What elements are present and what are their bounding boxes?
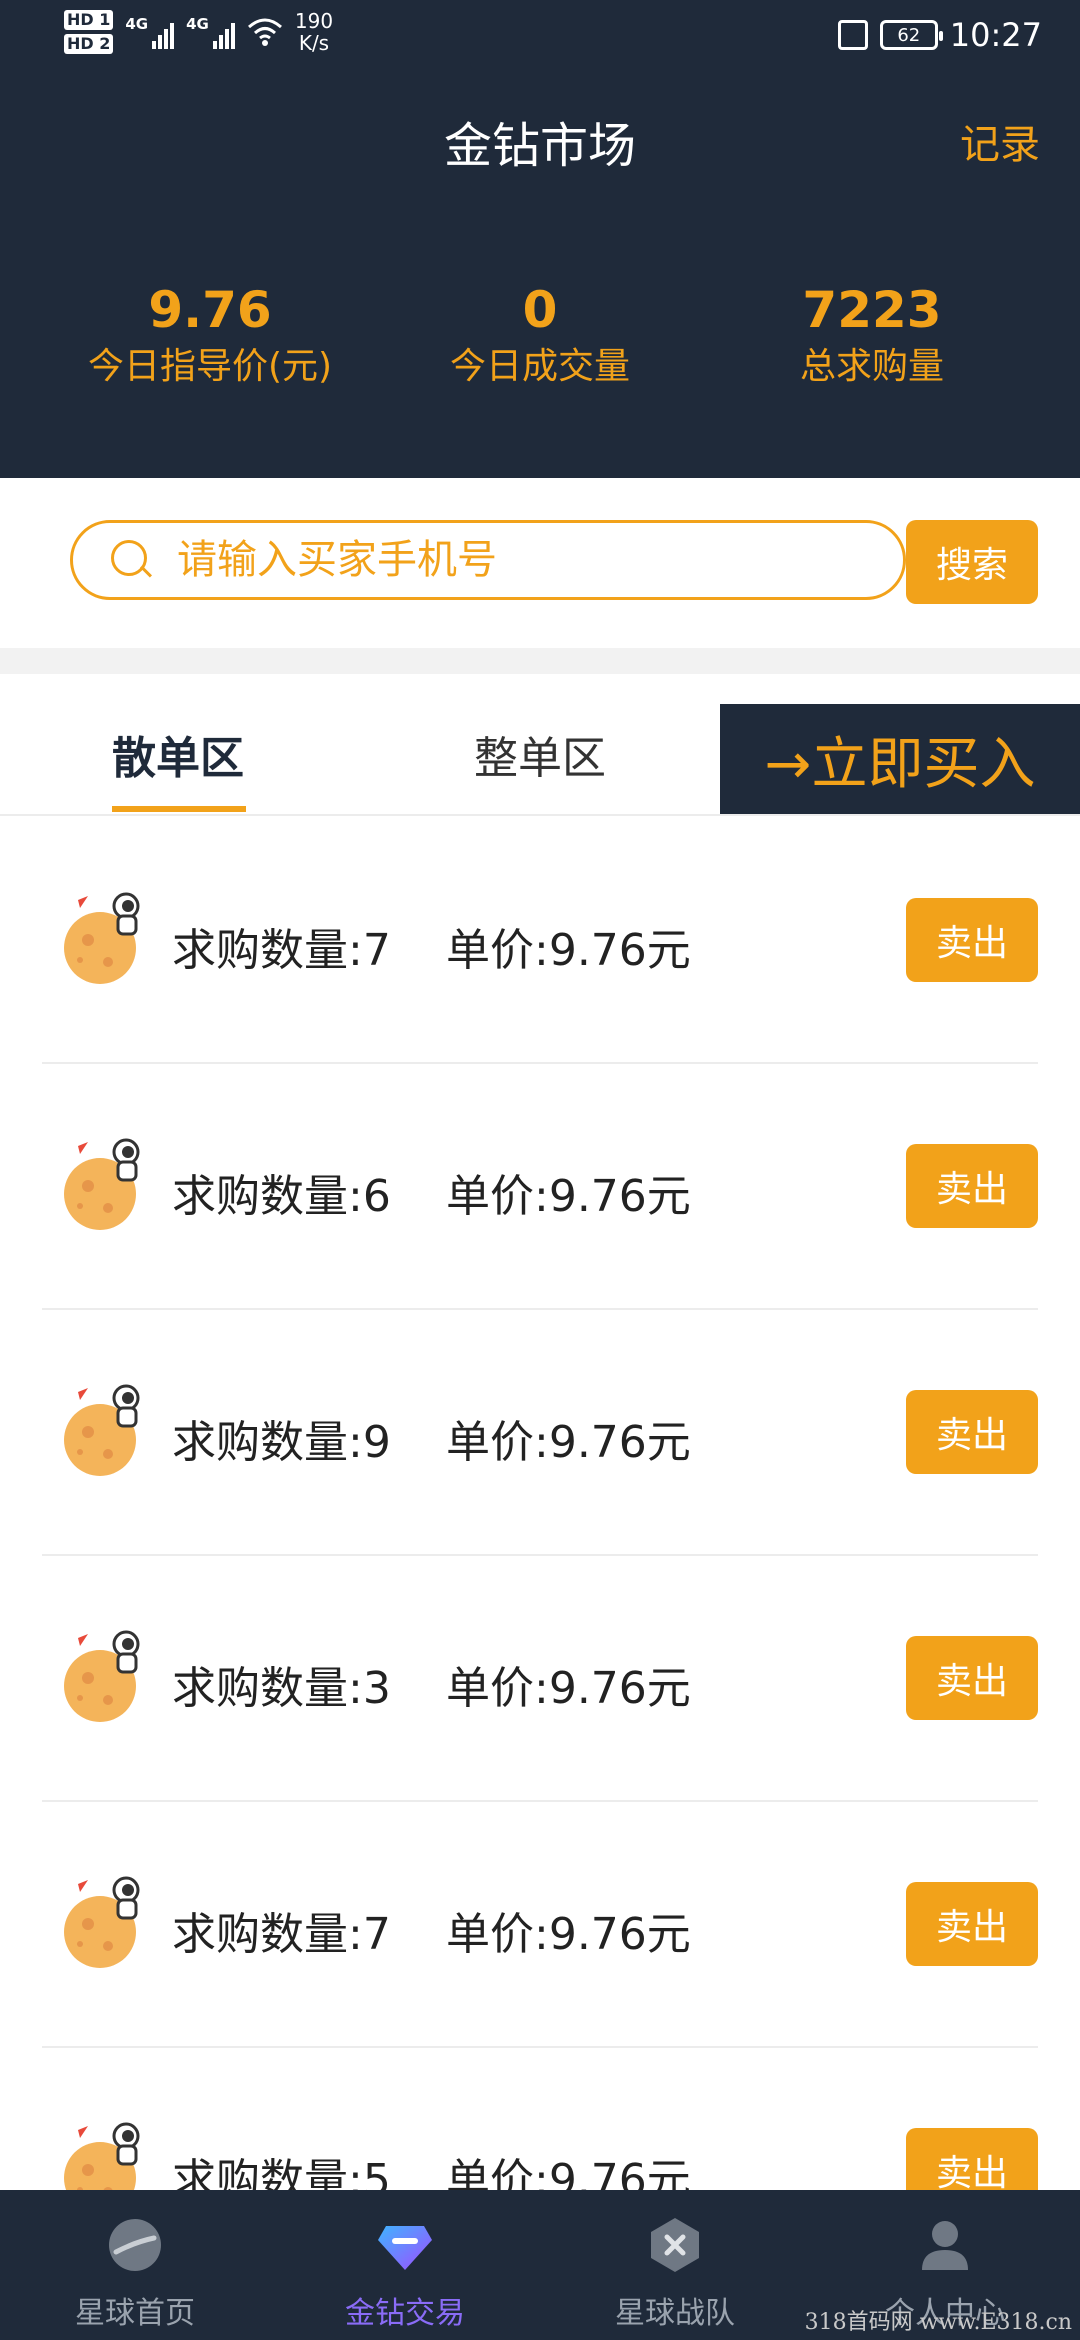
order-list: 求购数量:7 单价:9.76元 卖出 求购数量:6 单价:9.76元 卖出 求购… <box>0 818 1080 2294</box>
status-bar: HD 1 HD 2 4G 4G 190 K/s 62 10:27 <box>0 0 1080 76</box>
bottom-nav: 星球首页 金钻交易 星球战队 个人中心 318首码网 www.E318.cn <box>0 2190 1080 2340</box>
planet-astronaut-icon <box>64 1384 140 1476</box>
hd-indicators: HD 1 HD 2 <box>64 10 114 54</box>
tab-active-indicator <box>112 806 246 812</box>
list-item: 求购数量:3 单价:9.76元 卖出 <box>0 1556 1080 1802</box>
header: HD 1 HD 2 4G 4G 190 K/s 62 10:27 金钻市场 记录… <box>0 0 1080 478</box>
stat-label: 今日指导价(元) <box>87 346 333 387</box>
signal-2-icon: 4G <box>186 15 235 49</box>
stat-value: 7223 <box>802 281 942 339</box>
order-quantity: 求购数量:6 <box>172 1171 391 1222</box>
nav-diamond-trade[interactable]: 金钻交易 <box>270 2190 540 2340</box>
order-price: 单价:9.76元 <box>446 925 691 976</box>
clock: 10:27 <box>949 16 1042 54</box>
signal-1-icon: 4G <box>125 15 175 49</box>
team-icon <box>651 2218 699 2272</box>
nav-label: 星球首页 <box>75 2296 195 2331</box>
search-input[interactable] <box>177 537 777 583</box>
nav-planet-home[interactable]: 星球首页 <box>0 2190 270 2340</box>
stat-value: 0 <box>522 281 558 339</box>
order-quantity: 求购数量:7 <box>172 1909 391 1960</box>
planet-astronaut-icon <box>64 892 140 984</box>
battery-icon: 62 <box>879 20 943 50</box>
tab-bar: 散单区 整单区 →立即买入 <box>0 674 1080 816</box>
stat-label: 今日成交量 <box>449 346 630 387</box>
stat-label: 总求购量 <box>799 346 944 387</box>
stat-total-demand: 7223 总求购量 <box>692 280 1052 392</box>
record-link[interactable]: 记录 <box>960 112 1040 170</box>
net1-label: 4G <box>125 15 149 33</box>
buy-now-button[interactable]: →立即买入 <box>720 704 1080 814</box>
sell-button[interactable]: 卖出 <box>906 1390 1038 1474</box>
planet-astronaut-icon <box>64 1138 140 1230</box>
stat-guide-price: 9.76 今日指导价(元) <box>30 280 390 392</box>
list-item: 求购数量:7 单价:9.76元 卖出 <box>0 818 1080 1064</box>
order-quantity: 求购数量:7 <box>172 925 391 976</box>
hd2-badge: HD 2 <box>64 34 114 54</box>
planet-astronaut-icon <box>64 1630 140 1722</box>
search-button[interactable]: 搜索 <box>906 520 1038 604</box>
order-price: 单价:9.76元 <box>446 1663 691 1714</box>
vibrate-icon <box>837 20 868 50</box>
network-speed: 190 K/s <box>295 10 333 54</box>
planet-astronaut-icon <box>64 1876 140 1968</box>
tab-bulk[interactable]: 整单区 <box>474 722 606 786</box>
planet-icon <box>109 2219 161 2271</box>
sell-button[interactable]: 卖出 <box>906 898 1038 982</box>
page-title: 金钻市场 <box>443 118 636 174</box>
search-box[interactable] <box>70 520 906 600</box>
battery-level: 62 <box>897 24 921 46</box>
user-icon <box>922 2221 968 2270</box>
nav-label: 星球战队 <box>615 2296 735 2331</box>
order-quantity: 求购数量:3 <box>172 1663 391 1714</box>
sell-button[interactable]: 卖出 <box>906 1882 1038 1966</box>
order-price: 单价:9.76元 <box>446 1171 691 1222</box>
stat-value: 9.76 <box>148 281 272 339</box>
stat-volume: 0 今日成交量 <box>360 280 720 392</box>
net2-label: 4G <box>186 15 209 33</box>
speed-unit: K/s <box>298 31 330 55</box>
sell-button[interactable]: 卖出 <box>906 1144 1038 1228</box>
section-divider <box>0 648 1080 674</box>
speed-value: 190 <box>294 9 334 33</box>
watermark-text: 318首码网 www.E318.cn <box>804 2310 1072 2335</box>
list-item: 求购数量:9 单价:9.76元 卖出 <box>0 1310 1080 1556</box>
order-price: 单价:9.76元 <box>446 1909 691 1960</box>
search-icon <box>111 540 151 580</box>
wifi-icon <box>247 18 282 46</box>
search-area: 搜索 <box>0 478 1080 648</box>
hd1-badge: HD 1 <box>64 10 114 30</box>
tab-retail[interactable]: 散单区 <box>112 722 244 786</box>
order-quantity: 求购数量:9 <box>172 1417 391 1468</box>
diamond-icon <box>378 2226 432 2270</box>
order-price: 单价:9.76元 <box>446 1417 691 1468</box>
nav-label: 金钻交易 <box>345 2296 465 2331</box>
list-item: 求购数量:7 单价:9.76元 卖出 <box>0 1802 1080 2048</box>
sell-button[interactable]: 卖出 <box>906 1636 1038 1720</box>
nav-planet-team[interactable]: 星球战队 <box>540 2190 810 2340</box>
list-item: 求购数量:6 单价:9.76元 卖出 <box>0 1064 1080 1310</box>
